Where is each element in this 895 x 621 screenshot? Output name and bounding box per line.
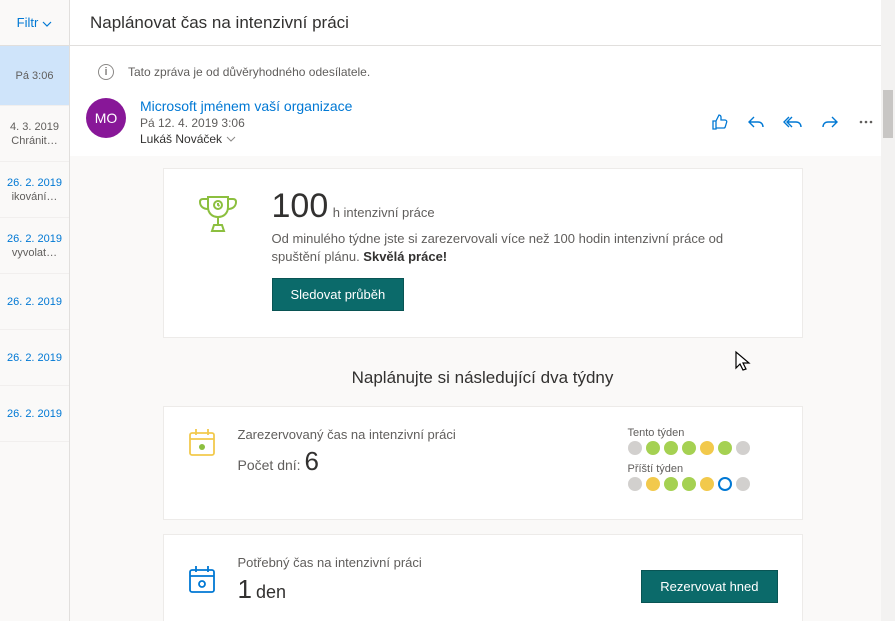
message-actions xyxy=(711,98,875,146)
book-now-button[interactable]: Rezervovat hned xyxy=(641,570,777,603)
email-subject: Naplánovat čas na intenzivní práci xyxy=(70,0,895,46)
chevron-down-icon xyxy=(226,135,236,143)
sent-date: Pá 12. 4. 2019 3:06 xyxy=(140,116,697,130)
more-actions-icon[interactable] xyxy=(857,114,875,130)
next-week-label: Příští týden xyxy=(628,463,778,475)
this-week-label: Tento týden xyxy=(628,427,778,439)
message-preview: ikování… xyxy=(4,191,65,203)
needed-time-card: Potřebný čas na intenzivní práci 1 den R… xyxy=(163,534,803,621)
like-icon[interactable] xyxy=(711,113,729,131)
scroll-thumb[interactable] xyxy=(883,90,893,138)
filter-dropdown[interactable]: Filtr xyxy=(0,0,69,46)
message-date: 26. 2. 2019 xyxy=(4,177,65,189)
needed-count: 1 xyxy=(238,574,252,605)
chevron-down-icon xyxy=(42,19,52,29)
hours-count: 100 xyxy=(272,187,329,225)
days-count: 6 xyxy=(305,446,319,477)
recipient-row[interactable]: Lukáš Nováček xyxy=(140,132,697,146)
message-list-sidebar: Filtr Pá 3:06 4. 3. 2019 Chránit… 26. 2.… xyxy=(0,0,70,621)
message-list-item[interactable]: 26. 2. 2019 vyvolat… xyxy=(0,218,69,274)
plan-section-title: Naplánujte si následující dva týdny xyxy=(163,368,803,388)
needed-label: Potřebný čas na intenzivní práci xyxy=(238,555,606,570)
hero-description: Od minulého týdne jste si zarezervovali … xyxy=(272,231,724,264)
forward-icon[interactable] xyxy=(821,114,839,130)
avatar: MO xyxy=(86,98,126,138)
trophy-icon xyxy=(190,187,246,248)
filter-label: Filtr xyxy=(17,15,39,30)
trusted-sender-text: Tato zpráva je od důvěryhodného odesílat… xyxy=(128,65,370,79)
message-list-item[interactable]: 26. 2. 2019 xyxy=(0,274,69,330)
message-list-item[interactable]: 4. 3. 2019 Chránit… xyxy=(0,106,69,162)
email-body-scroll[interactable]: 100 h intenzivní práce Od minulého týdne… xyxy=(70,156,895,621)
message-list-item[interactable]: 26. 2. 2019 xyxy=(0,330,69,386)
booked-time-card: Zarezervovaný čas na intenzivní práci Po… xyxy=(163,406,803,520)
message-list-item[interactable]: 26. 2. 2019 ikování… xyxy=(0,162,69,218)
needed-unit: den xyxy=(256,582,286,603)
calendar-booked-icon xyxy=(188,427,216,459)
message-date: 26. 2. 2019 xyxy=(4,408,65,420)
info-icon: i xyxy=(98,64,114,80)
reply-all-icon[interactable] xyxy=(783,114,803,130)
booked-label: Zarezervovaný čas na intenzivní práci xyxy=(238,427,606,442)
message-header: MO Microsoft jménem vaší organizace Pá 1… xyxy=(70,88,895,156)
vertical-scrollbar[interactable] xyxy=(881,0,895,621)
message-preview: vyvolat… xyxy=(4,247,65,259)
message-list-item[interactable]: Pá 3:06 xyxy=(0,46,69,106)
this-week-dots xyxy=(628,441,778,455)
calendar-needed-icon xyxy=(188,564,216,596)
hours-suffix: h intenzivní práce xyxy=(333,205,435,220)
message-preview: Chránit… xyxy=(4,135,65,147)
message-list-item[interactable]: 26. 2. 2019 xyxy=(0,386,69,442)
message-date: Pá 3:06 xyxy=(4,70,65,82)
achievement-card: 100 h intenzivní práce Od minulého týdne… xyxy=(163,168,803,338)
recipient-name: Lukáš Nováček xyxy=(140,132,222,146)
message-date: 26. 2. 2019 xyxy=(4,352,65,364)
reply-icon[interactable] xyxy=(747,114,765,130)
hero-description-bold: Skvělá práce! xyxy=(363,249,447,264)
reading-pane: Naplánovat čas na intenzivní práci i Tat… xyxy=(70,0,895,621)
message-date: 26. 2. 2019 xyxy=(4,296,65,308)
trusted-sender-banner: i Tato zpráva je od důvěryhodného odesíl… xyxy=(86,56,879,88)
message-date: 4. 3. 2019 xyxy=(4,121,65,133)
track-progress-button[interactable]: Sledovat průběh xyxy=(272,278,405,311)
days-label: Počet dní: xyxy=(238,457,301,473)
sender-name[interactable]: Microsoft jménem vaší organizace xyxy=(140,98,697,114)
next-week-dots xyxy=(628,477,778,491)
message-date: 26. 2. 2019 xyxy=(4,233,65,245)
